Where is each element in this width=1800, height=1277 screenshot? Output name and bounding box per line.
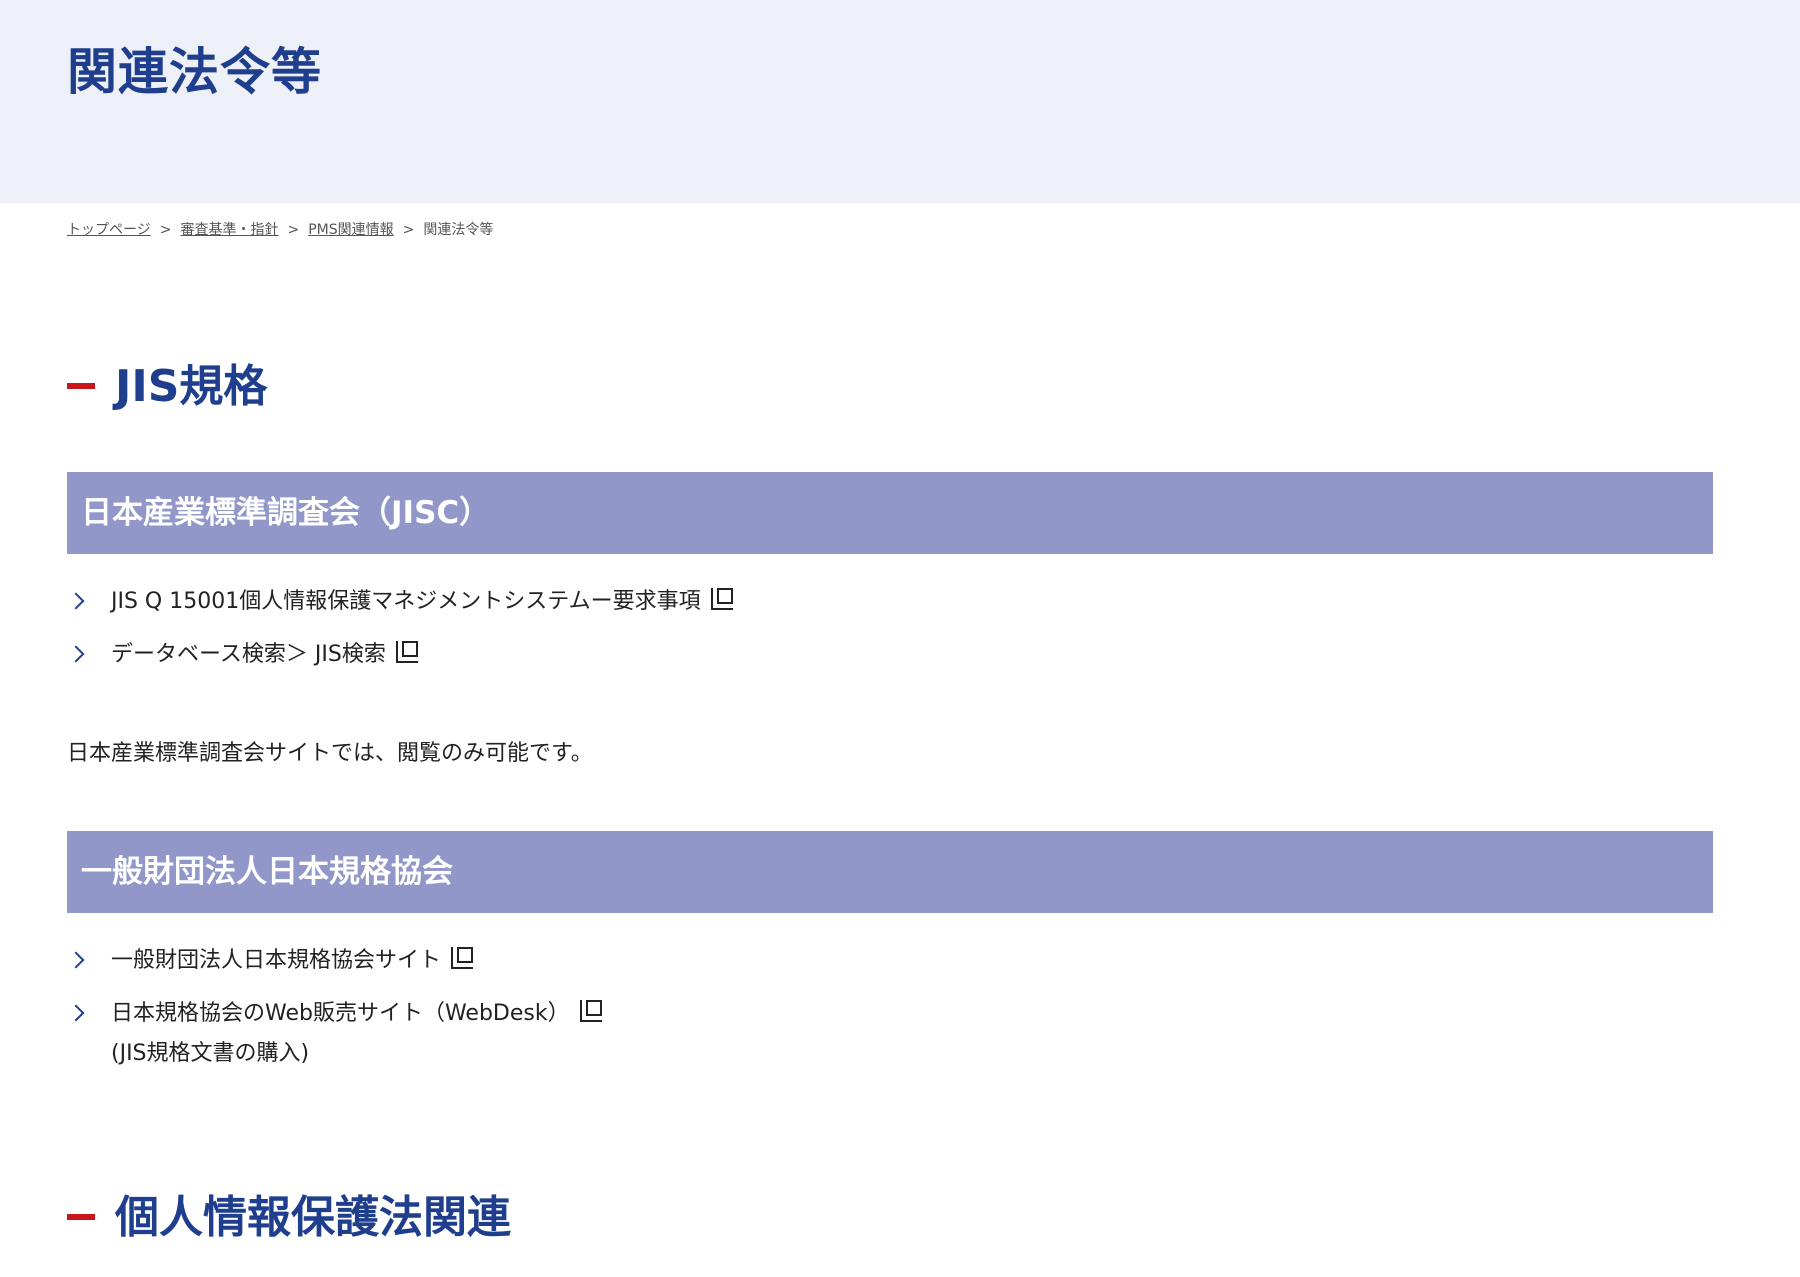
section-heading-jis: JIS規格 (67, 357, 267, 417)
external-link-icon (395, 641, 418, 663)
link-jis-search[interactable]: データベース検索＞ JIS検索 (111, 641, 418, 667)
heading-dash-icon (67, 1214, 95, 1220)
chevron-right-icon (67, 592, 85, 610)
link-jsa-webdesk[interactable]: 日本規格協会のWeb販売サイト（WebDesk） (111, 1000, 602, 1026)
chevron-right-icon (67, 1004, 85, 1022)
section-heading-privacy-law: 個人情報保護法関連 (67, 1188, 511, 1248)
section-heading-text: JIS規格 (115, 361, 268, 412)
external-link-icon (710, 588, 733, 610)
link-jsa-site[interactable]: 一般財団法人日本規格協会サイト (111, 947, 474, 973)
link-text: JIS Q 15001個人情報保護マネジメントシステムー要求事項 (111, 589, 701, 614)
external-link-icon (451, 947, 474, 969)
link-text: 一般財団法人日本規格協会サイト (111, 948, 442, 973)
breadcrumb-separator: > (287, 222, 300, 238)
page-header: 関連法令等 (0, 0, 1800, 203)
link-jis-q-15001[interactable]: JIS Q 15001個人情報保護マネジメントシステムー要求事項 (111, 588, 733, 614)
subheading-jisc: 日本産業標準調査会（JISC） (67, 472, 1713, 554)
breadcrumb-link-top[interactable]: トップページ (67, 222, 151, 238)
chevron-right-icon (67, 951, 85, 969)
list-item: データベース検索＞ JIS検索 (67, 635, 733, 675)
breadcrumb-link-pms[interactable]: PMS関連情報 (308, 222, 393, 238)
breadcrumb: トップページ > 審査基準・指針 > PMS関連情報 > 関連法令等 (67, 220, 493, 240)
external-link-icon (579, 1000, 602, 1022)
section-heading-text: 個人情報保護法関連 (115, 1192, 511, 1243)
link-text: 日本規格協会のWeb販売サイト（WebDesk） (111, 1001, 570, 1026)
list-item: 日本規格協会のWeb販売サイト（WebDesk） (JIS規格文書の購入) (67, 994, 602, 1074)
link-list-jisc: JIS Q 15001個人情報保護マネジメントシステムー要求事項 データベース検… (67, 582, 733, 675)
list-item: 一般財団法人日本規格協会サイト (67, 941, 602, 981)
subheading-jsa: 一般財団法人日本規格協会 (67, 831, 1713, 913)
link-subtext: (JIS規格文書の購入) (111, 1041, 310, 1066)
link-text: データベース検索＞ JIS検索 (111, 642, 386, 667)
note-jisc: 日本産業標準調査会サイトでは、閲覧のみ可能です。 (67, 741, 593, 766)
breadcrumb-separator: > (159, 222, 172, 238)
list-item: JIS Q 15001個人情報保護マネジメントシステムー要求事項 (67, 582, 733, 622)
heading-dash-icon (67, 383, 95, 389)
chevron-right-icon (67, 645, 85, 663)
breadcrumb-link-standards[interactable]: 審査基準・指針 (180, 222, 278, 238)
page-title: 関連法令等 (67, 43, 322, 101)
breadcrumb-current: 関連法令等 (423, 222, 494, 238)
link-list-jsa: 一般財団法人日本規格協会サイト 日本規格協会のWeb販売サイト（WebDesk）… (67, 941, 602, 1074)
breadcrumb-separator: > (402, 222, 415, 238)
